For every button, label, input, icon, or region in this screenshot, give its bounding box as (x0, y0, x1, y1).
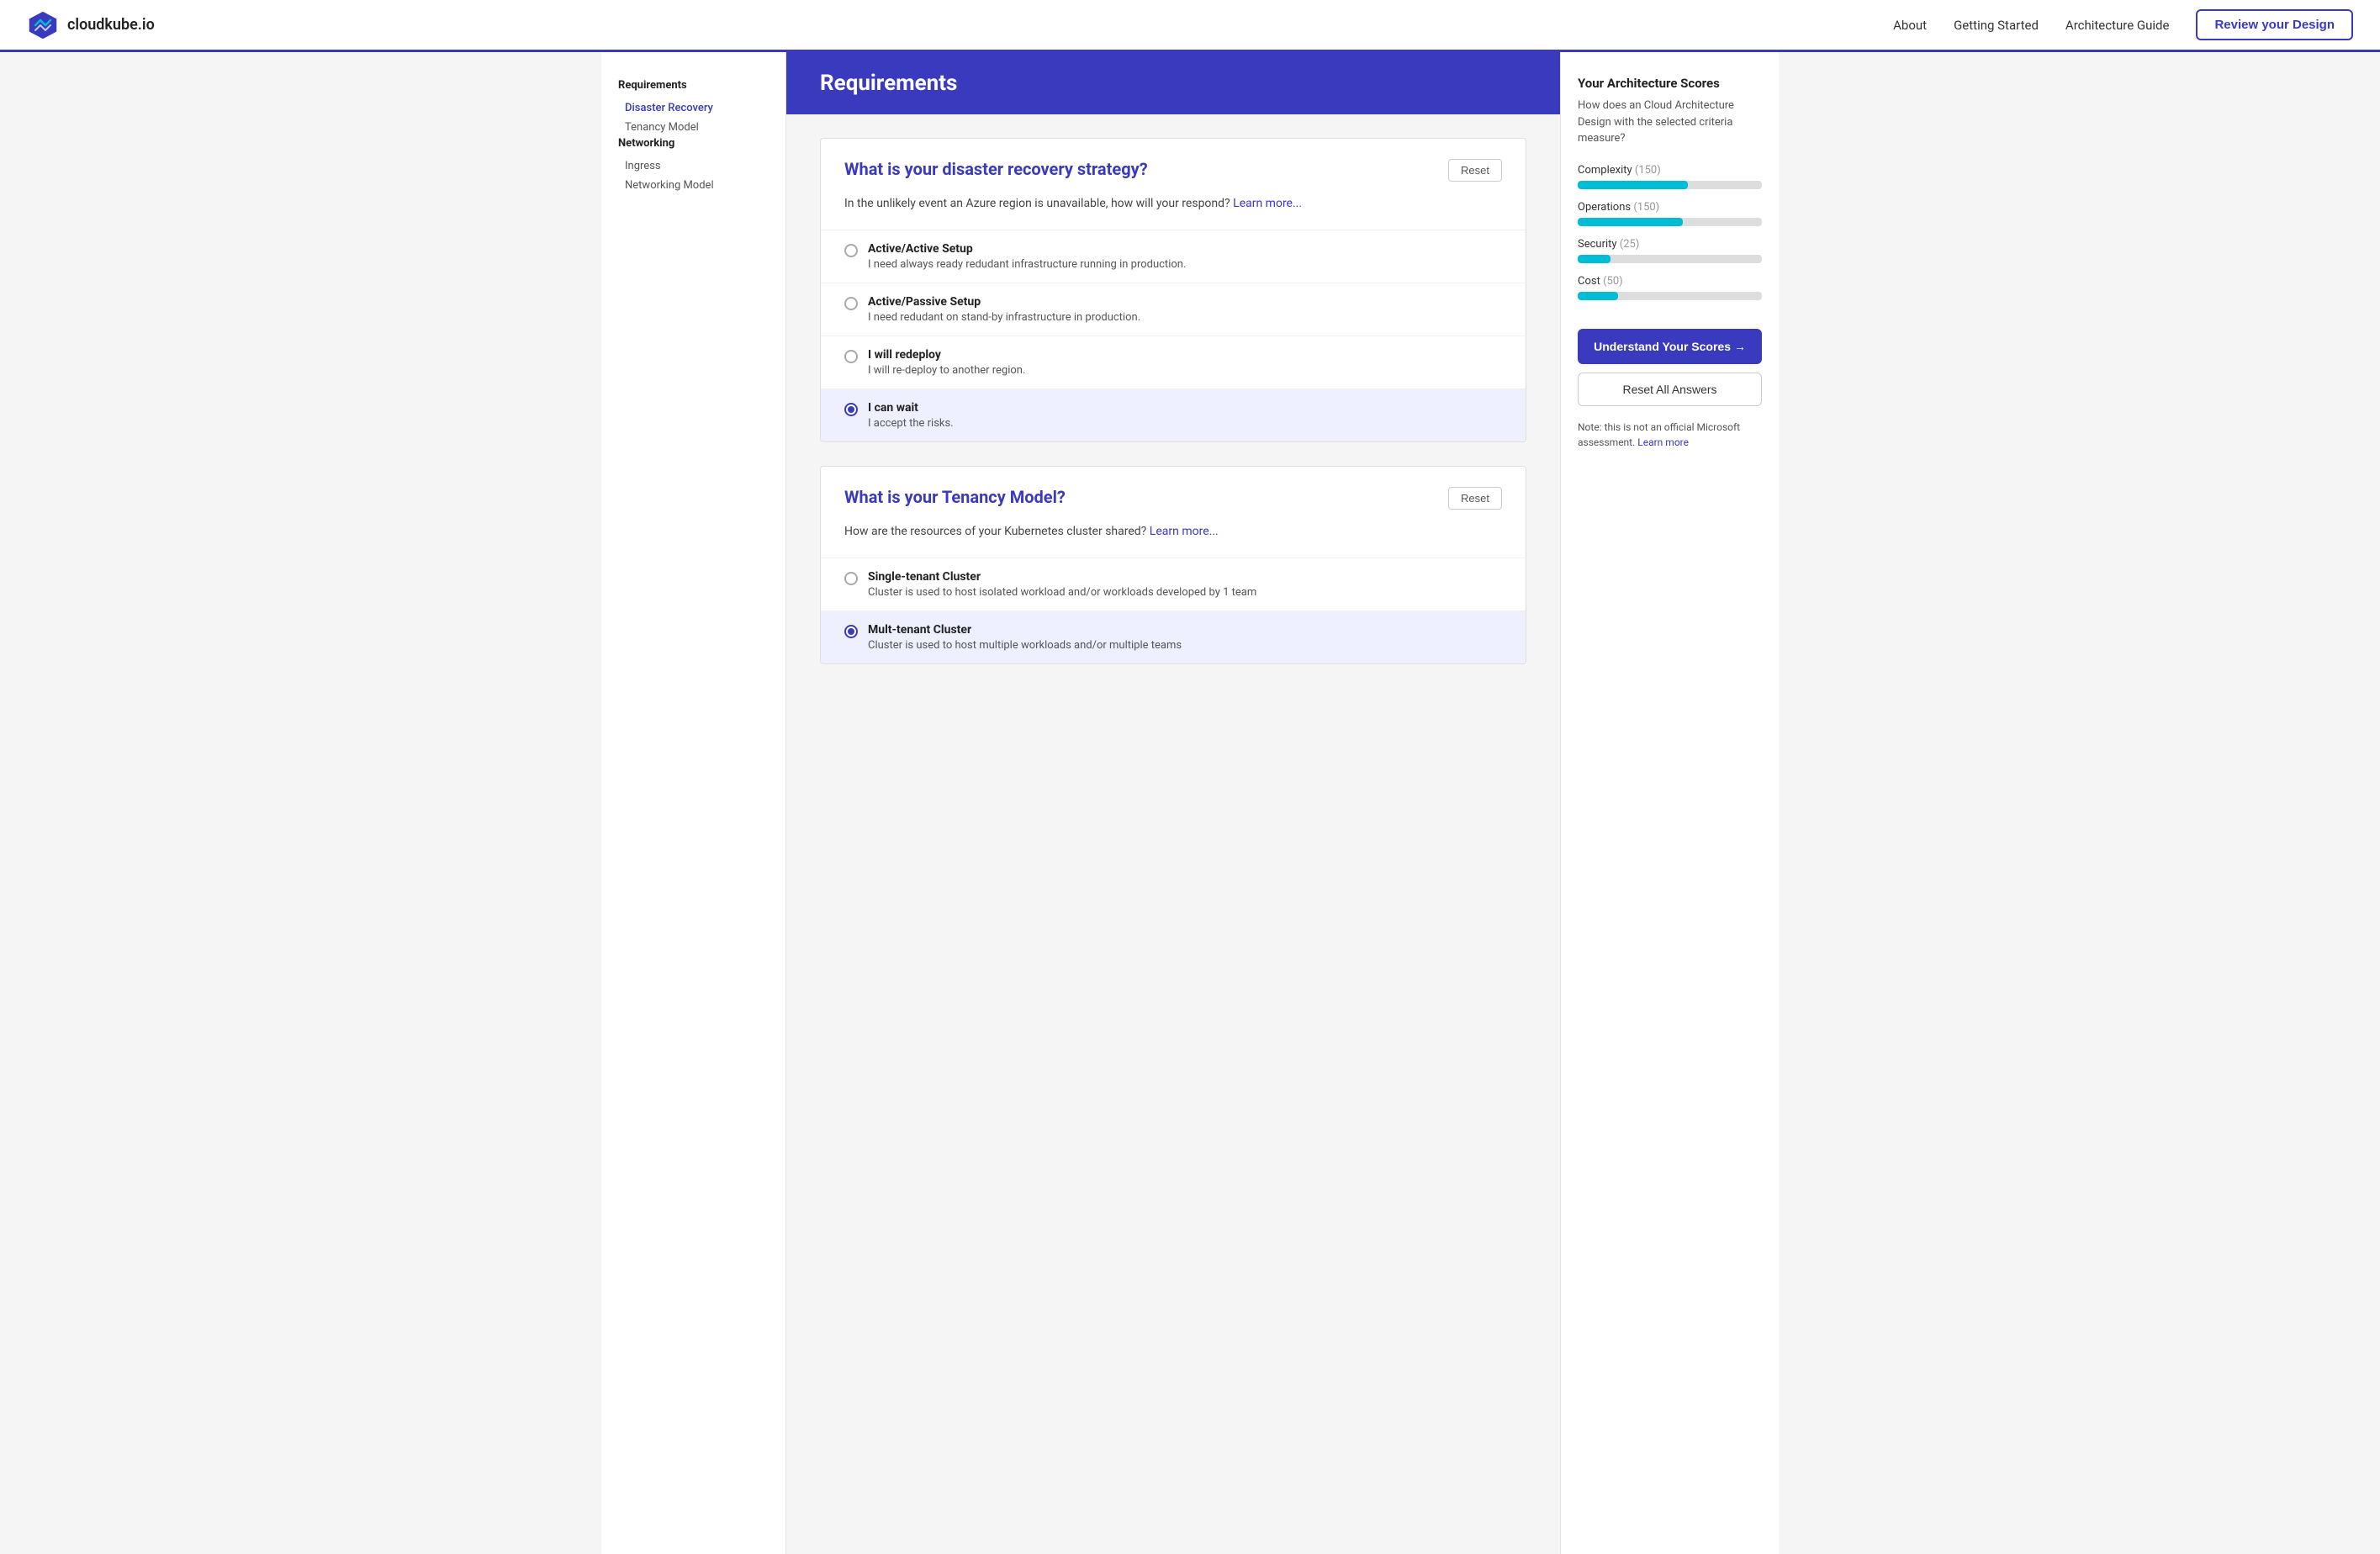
main-nav: About Getting Started Architecture Guide… (1893, 9, 2353, 40)
page-header-banner: Requirements (786, 52, 1560, 114)
score-bar-fill-complexity (1578, 181, 1688, 189)
score-max-operations: (150) (1633, 201, 1659, 214)
option-label-wait: I can wait (868, 401, 954, 415)
note-learn-more-link[interactable]: Learn more (1637, 436, 1689, 448)
option-label-multi-tenant: Mult-tenant Cluster (868, 623, 1182, 637)
content-area: What is your disaster recovery strategy?… (786, 114, 1560, 711)
reset-all-button[interactable]: Reset All Answers (1578, 373, 1762, 406)
option-label-active-passive: Active/Passive Setup (868, 295, 1140, 309)
score-label-cost: Cost (50) (1578, 275, 1762, 288)
review-design-button[interactable]: Review your Design (2196, 9, 2353, 40)
option-active-active[interactable]: Active/Active Setup I need always ready … (821, 230, 1526, 283)
option-label-single-tenant: Single-tenant Cluster (868, 570, 1256, 584)
option-desc-active-active: I need always ready redudant infrastruct… (868, 258, 1186, 271)
question-card-tenancy-model: What is your Tenancy Model? Reset How ar… (820, 466, 1526, 664)
score-item-security: Security (25) (1578, 238, 1762, 263)
radio-single-tenant (844, 572, 858, 585)
score-item-operations: Operations (150) (1578, 201, 1762, 226)
sidebar-item-networking-model[interactable]: Networking Model (618, 176, 769, 195)
right-panel: Your Architecture Scores How does an Clo… (1560, 52, 1779, 1554)
learn-more-link-1[interactable]: Learn more... (1233, 197, 1302, 210)
score-max-security: (25) (1620, 238, 1640, 251)
radio-active-active (844, 244, 858, 257)
option-content-single-tenant: Single-tenant Cluster Cluster is used to… (868, 570, 1256, 599)
header: cloudkube.io About Getting Started Archi… (0, 0, 2380, 52)
logo-icon (27, 9, 59, 41)
option-single-tenant[interactable]: Single-tenant Cluster Cluster is used to… (821, 558, 1526, 610)
score-item-complexity: Complexity (150) (1578, 164, 1762, 189)
option-redeploy[interactable]: I will redeploy I will re-deploy to anot… (821, 336, 1526, 388)
sidebar-section-requirements: Requirements Disaster Recovery Tenancy M… (618, 79, 769, 137)
option-multi-tenant[interactable]: Mult-tenant Cluster Cluster is used to h… (821, 610, 1526, 663)
question-header-1: What is your disaster recovery strategy?… (821, 139, 1526, 195)
sidebar-section-networking: Networking Ingress Networking Model (618, 137, 769, 195)
radio-active-passive (844, 297, 858, 310)
page-layout: Requirements Disaster Recovery Tenancy M… (601, 52, 1779, 1554)
learn-more-link-2[interactable]: Learn more... (1150, 525, 1219, 538)
sidebar-section-title-networking: Networking (618, 137, 769, 150)
score-label-operations: Operations (150) (1578, 201, 1762, 214)
radio-wait (844, 403, 858, 416)
score-label-security: Security (25) (1578, 238, 1762, 251)
option-desc-wait: I accept the risks. (868, 417, 954, 430)
reset-button-2[interactable]: Reset (1448, 487, 1502, 510)
score-label-complexity: Complexity (150) (1578, 164, 1762, 177)
score-max-complexity: (150) (1635, 164, 1661, 177)
option-desc-multi-tenant: Cluster is used to host multiple workloa… (868, 639, 1182, 652)
question-title-1: What is your disaster recovery strategy? (844, 159, 1148, 179)
sidebar-item-tenancy-model[interactable]: Tenancy Model (618, 118, 769, 137)
option-content-redeploy: I will redeploy I will re-deploy to anot… (868, 348, 1025, 377)
option-active-passive[interactable]: Active/Passive Setup I need redudant on … (821, 283, 1526, 336)
option-wait[interactable]: I can wait I accept the risks. (821, 388, 1526, 441)
score-max-cost: (50) (1603, 275, 1623, 288)
score-bar-bg-operations (1578, 218, 1762, 226)
page-title: Requirements (820, 71, 1526, 96)
reset-button-1[interactable]: Reset (1448, 159, 1502, 182)
option-content-multi-tenant: Mult-tenant Cluster Cluster is used to h… (868, 623, 1182, 652)
option-desc-redeploy: I will re-deploy to another region. (868, 364, 1025, 377)
option-content-wait: I can wait I accept the risks. (868, 401, 954, 430)
nav-architecture-guide[interactable]: Architecture Guide (2065, 18, 2170, 33)
sidebar-section-title-requirements: Requirements (618, 79, 769, 92)
radio-redeploy (844, 350, 858, 363)
sidebar-item-ingress[interactable]: Ingress (618, 156, 769, 176)
question-header-2: What is your Tenancy Model? Reset (821, 467, 1526, 523)
main-content: Requirements What is your disaster recov… (786, 52, 1560, 1554)
question-desc-1: In the unlikely event an Azure region is… (821, 195, 1526, 230)
logo-text: cloudkube.io (67, 16, 155, 34)
option-desc-active-passive: I need redudant on stand-by infrastructu… (868, 311, 1140, 324)
radio-multi-tenant (844, 625, 858, 638)
question-card-disaster-recovery: What is your disaster recovery strategy?… (820, 138, 1526, 442)
score-bar-bg-security (1578, 255, 1762, 263)
score-bar-bg-cost (1578, 292, 1762, 300)
sidebar-item-disaster-recovery[interactable]: Disaster Recovery (618, 98, 769, 118)
option-label-active-active: Active/Active Setup (868, 242, 1186, 256)
question-desc-2: How are the resources of your Kubernetes… (821, 523, 1526, 558)
option-content-active-passive: Active/Passive Setup I need redudant on … (868, 295, 1140, 324)
option-content-active-active: Active/Active Setup I need always ready … (868, 242, 1186, 271)
option-label-redeploy: I will redeploy (868, 348, 1025, 362)
sidebar: Requirements Disaster Recovery Tenancy M… (601, 52, 786, 1554)
score-item-cost: Cost (50) (1578, 275, 1762, 300)
score-bar-bg-complexity (1578, 181, 1762, 189)
option-desc-single-tenant: Cluster is used to host isolated workloa… (868, 586, 1256, 599)
score-bar-fill-security (1578, 255, 1610, 263)
score-bar-fill-operations (1578, 218, 1683, 226)
scores-title: Your Architecture Scores (1578, 76, 1762, 91)
nav-about[interactable]: About (1893, 18, 1927, 33)
nav-getting-started[interactable]: Getting Started (1954, 18, 2039, 33)
scores-desc: How does an Cloud Architecture Design wi… (1578, 98, 1762, 147)
logo-link[interactable]: cloudkube.io (27, 9, 155, 41)
understand-scores-button[interactable]: Understand Your Scores → (1578, 329, 1762, 364)
question-title-2: What is your Tenancy Model? (844, 487, 1066, 507)
score-bar-fill-cost (1578, 292, 1618, 300)
note-text: Note: this is not an official Microsoft … (1578, 420, 1762, 450)
